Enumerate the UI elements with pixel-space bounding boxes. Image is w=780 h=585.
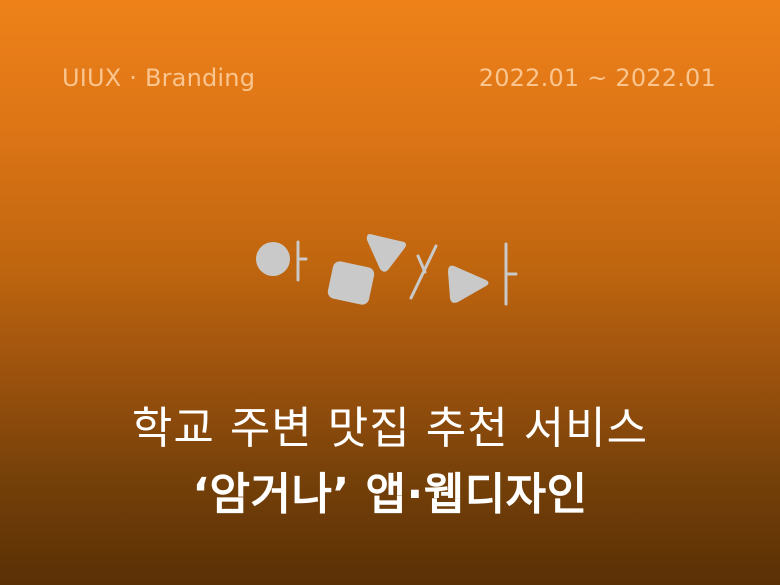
project-cover-card: UIUX · Branding 2022.01 ~ 2022.01 학교 주변 …: [0, 0, 780, 585]
project-period: 2022.01 ~ 2022.01: [478, 64, 716, 92]
logo-play-shape: [448, 265, 489, 303]
amgeona-logo-icon: [256, 234, 518, 306]
project-title-line-1: 학교 주변 맛집 추천 서비스: [131, 403, 649, 454]
logo-stroke-3: [409, 244, 438, 300]
logo-rounded-square: [327, 261, 375, 305]
project-title-line-2: ‘암거나’ 앱·웹디자인: [192, 469, 588, 520]
logo-circle-shape: [256, 242, 290, 276]
project-category: UIUX · Branding: [62, 64, 256, 92]
logo-triangle-shape: [366, 234, 406, 272]
